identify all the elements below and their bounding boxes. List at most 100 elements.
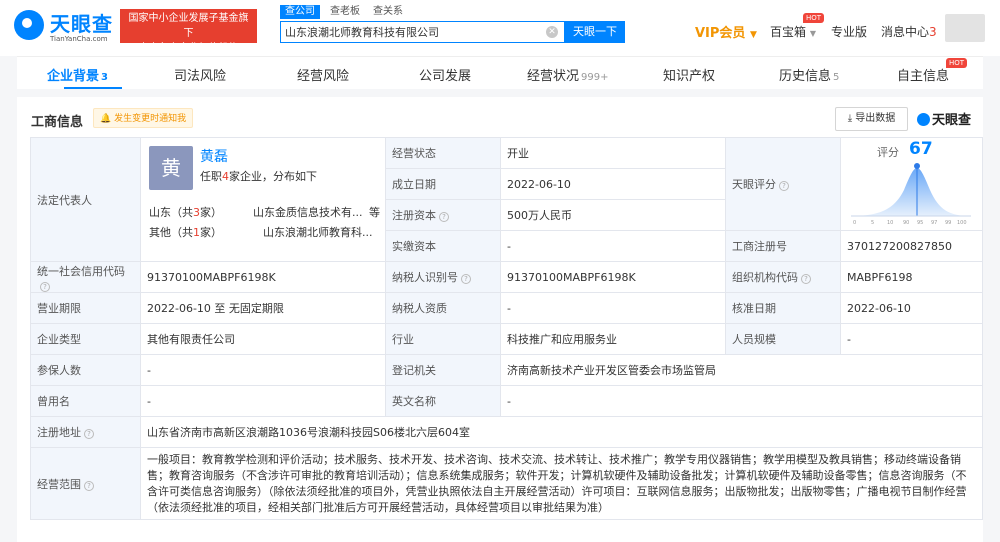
- user-avatar[interactable]: [945, 14, 985, 42]
- help-icon[interactable]: ?: [439, 212, 449, 222]
- notify-on-change-button[interactable]: 🔔 发生变更时通知我: [93, 108, 194, 128]
- message-center-link[interactable]: 消息中心3: [881, 23, 937, 40]
- axis-tick: 95: [917, 220, 923, 226]
- download-icon: ⤓: [847, 113, 853, 124]
- legal-rep-more: 等: [369, 206, 380, 219]
- table-row: 参保人数 - 登记机关 济南高新技术产业开发区管委会市场监管局: [30, 354, 983, 386]
- vip-link[interactable]: VIP会员 ▼: [695, 22, 757, 41]
- export-label: 导出数据: [855, 113, 896, 124]
- scope-label: 经营范围?: [30, 447, 141, 520]
- tab-judicial-risk[interactable]: 司法风险: [174, 65, 226, 84]
- reg-no-value: 370127200827850: [840, 230, 983, 262]
- axis-tick: 0: [853, 220, 856, 226]
- help-icon[interactable]: ?: [801, 274, 811, 284]
- org-code-value: MABPF6198: [840, 261, 983, 293]
- legal-rep-desc-post: 家企业，分布如下: [229, 170, 317, 183]
- tab-label: 经营状况: [527, 69, 580, 84]
- axis-tick: 5: [871, 220, 874, 226]
- taxpayer-qual-label: 纳税人资质: [385, 292, 501, 324]
- status-label: 经营状态: [385, 137, 501, 169]
- table-row: 企业类型 其他有限责任公司 行业 科技推广和应用服务业 人员规模 -: [30, 323, 983, 355]
- tab-ip[interactable]: 知识产权: [663, 65, 715, 84]
- pro-version-link[interactable]: 专业版: [831, 23, 867, 40]
- tab-background[interactable]: 企业背景 3: [47, 65, 108, 84]
- region-count: 3: [193, 206, 200, 219]
- tab-self-info[interactable]: 自主信息: [897, 65, 949, 84]
- help-icon[interactable]: ?: [461, 274, 471, 284]
- region-pre: 其他（共: [149, 226, 193, 239]
- search-box: ✕: [280, 21, 565, 43]
- tab-label: 经营风险: [297, 69, 350, 84]
- staff-size-value: -: [840, 323, 983, 355]
- tyscore-label: 天眼评分?: [725, 137, 841, 231]
- taxpayer-id-label-text: 纳税人识别号: [392, 271, 458, 284]
- tab-development[interactable]: 公司发展: [419, 65, 471, 84]
- tab-label: 司法风险: [174, 69, 227, 84]
- tab-history[interactable]: 历史信息 5: [779, 65, 839, 84]
- help-icon[interactable]: ?: [84, 429, 94, 439]
- export-data-button[interactable]: ⤓ 导出数据: [835, 107, 908, 131]
- logo-name: 天眼查: [50, 12, 113, 36]
- bell-icon: 🔔: [100, 114, 112, 124]
- business-info-panel: 工商信息 🔔 发生变更时通知我 ⤓ 导出数据 天眼查 法定代表人 黄 黄磊 任职…: [17, 97, 983, 542]
- eye-logo-icon: [14, 10, 44, 40]
- authority-value: 济南高新技术产业开发区管委会市场监管局: [500, 354, 983, 386]
- tianyancha-brand: 天眼查: [917, 109, 971, 128]
- legal-rep-desc-pre: 任职: [200, 170, 222, 183]
- tab-operating-risk[interactable]: 经营风险: [297, 65, 349, 84]
- search-button[interactable]: 天眼一下: [565, 21, 625, 43]
- tab-label: 企业背景: [47, 69, 100, 84]
- search-input[interactable]: [285, 24, 535, 40]
- score-curve: [851, 168, 971, 216]
- region-post: 家）: [200, 206, 222, 219]
- taxpayer-id-label: 纳税人识别号?: [385, 261, 501, 293]
- insured-value: -: [140, 354, 386, 386]
- business-info-table: 法定代表人 黄 黄磊 任职4家企业，分布如下 山东（共3家） 山东金质信息技术有…: [30, 137, 983, 520]
- tab-label: 公司发展: [419, 69, 472, 84]
- vip-label: VIP会员: [695, 26, 746, 41]
- legal-rep-name[interactable]: 黄磊: [200, 146, 228, 166]
- score-distribution-chart: 0 5 10 90 95 97 99 100: [851, 163, 971, 226]
- clear-icon[interactable]: ✕: [546, 26, 558, 38]
- search-tab-company[interactable]: 查公司: [280, 5, 320, 19]
- axis-tick: 97: [931, 220, 937, 226]
- notify-label: 发生变更时通知我: [114, 114, 187, 124]
- org-code-label: 组织机构代码?: [725, 261, 841, 293]
- legal-rep-company-2[interactable]: 山东浪潮北师教育科...: [263, 224, 373, 240]
- org-code-label-text: 组织机构代码: [732, 271, 798, 284]
- help-icon[interactable]: ?: [40, 281, 50, 292]
- region-count: 1: [193, 226, 200, 239]
- tab-count: 3: [101, 72, 108, 83]
- gov-badge[interactable]: 国家中小企业发展子基金旗下 官方备案企业征信机构: [120, 9, 257, 54]
- insured-label: 参保人数: [30, 354, 141, 386]
- treasure-box-link[interactable]: 百宝箱 ▼: [770, 23, 816, 40]
- table-row: 经营范围? 一般项目：教育教学检测和评价活动；技术服务、技术开发、技术咨询、技术…: [30, 447, 983, 520]
- axis-tick: 99: [945, 220, 951, 226]
- axis-tick: 100: [957, 220, 967, 226]
- credit-code-value: 91370100MABPF6198K: [140, 261, 386, 293]
- legal-rep-region-1: 山东（共3家）: [149, 204, 222, 220]
- help-icon[interactable]: ?: [779, 181, 789, 191]
- message-count: 3: [929, 25, 937, 39]
- address-label-text: 注册地址: [37, 426, 81, 439]
- gov-badge-line2: 官方备案企业征信机构: [138, 43, 239, 54]
- gov-badge-line1: 国家中小企业发展子基金旗下: [128, 13, 249, 39]
- legal-rep-avatar[interactable]: 黄: [149, 146, 193, 190]
- reg-capital-label-text: 注册资本: [392, 209, 436, 222]
- hot-badge: HOT: [946, 58, 968, 68]
- tianyancha-logo[interactable]: 天眼查 TianYanCha.com: [14, 8, 124, 48]
- tyscore-label-text: 天眼评分: [732, 178, 776, 191]
- legal-rep-company-1[interactable]: 山东金质信息技术有...: [253, 204, 363, 220]
- search-tab-boss[interactable]: 查老板: [330, 5, 360, 19]
- english-name-label: 英文名称: [385, 385, 501, 417]
- address-value: 山东省济南市高新区浪潮路1036号浪潮科技园S06楼北六层604室: [140, 416, 983, 448]
- company-type-label: 企业类型: [30, 323, 141, 355]
- region-post: 家）: [200, 226, 222, 239]
- legal-rep-label: 法定代表人: [30, 137, 141, 262]
- score-value[interactable]: 67: [909, 139, 933, 159]
- search-tab-relation[interactable]: 查关系: [373, 5, 403, 19]
- english-name-value: -: [500, 385, 983, 417]
- help-icon[interactable]: ?: [84, 480, 94, 491]
- legal-rep-cell: 黄 黄磊 任职4家企业，分布如下 山东（共3家） 山东金质信息技术有... 等 …: [140, 137, 386, 262]
- tab-operating-status[interactable]: 经营状况 999+: [527, 65, 608, 84]
